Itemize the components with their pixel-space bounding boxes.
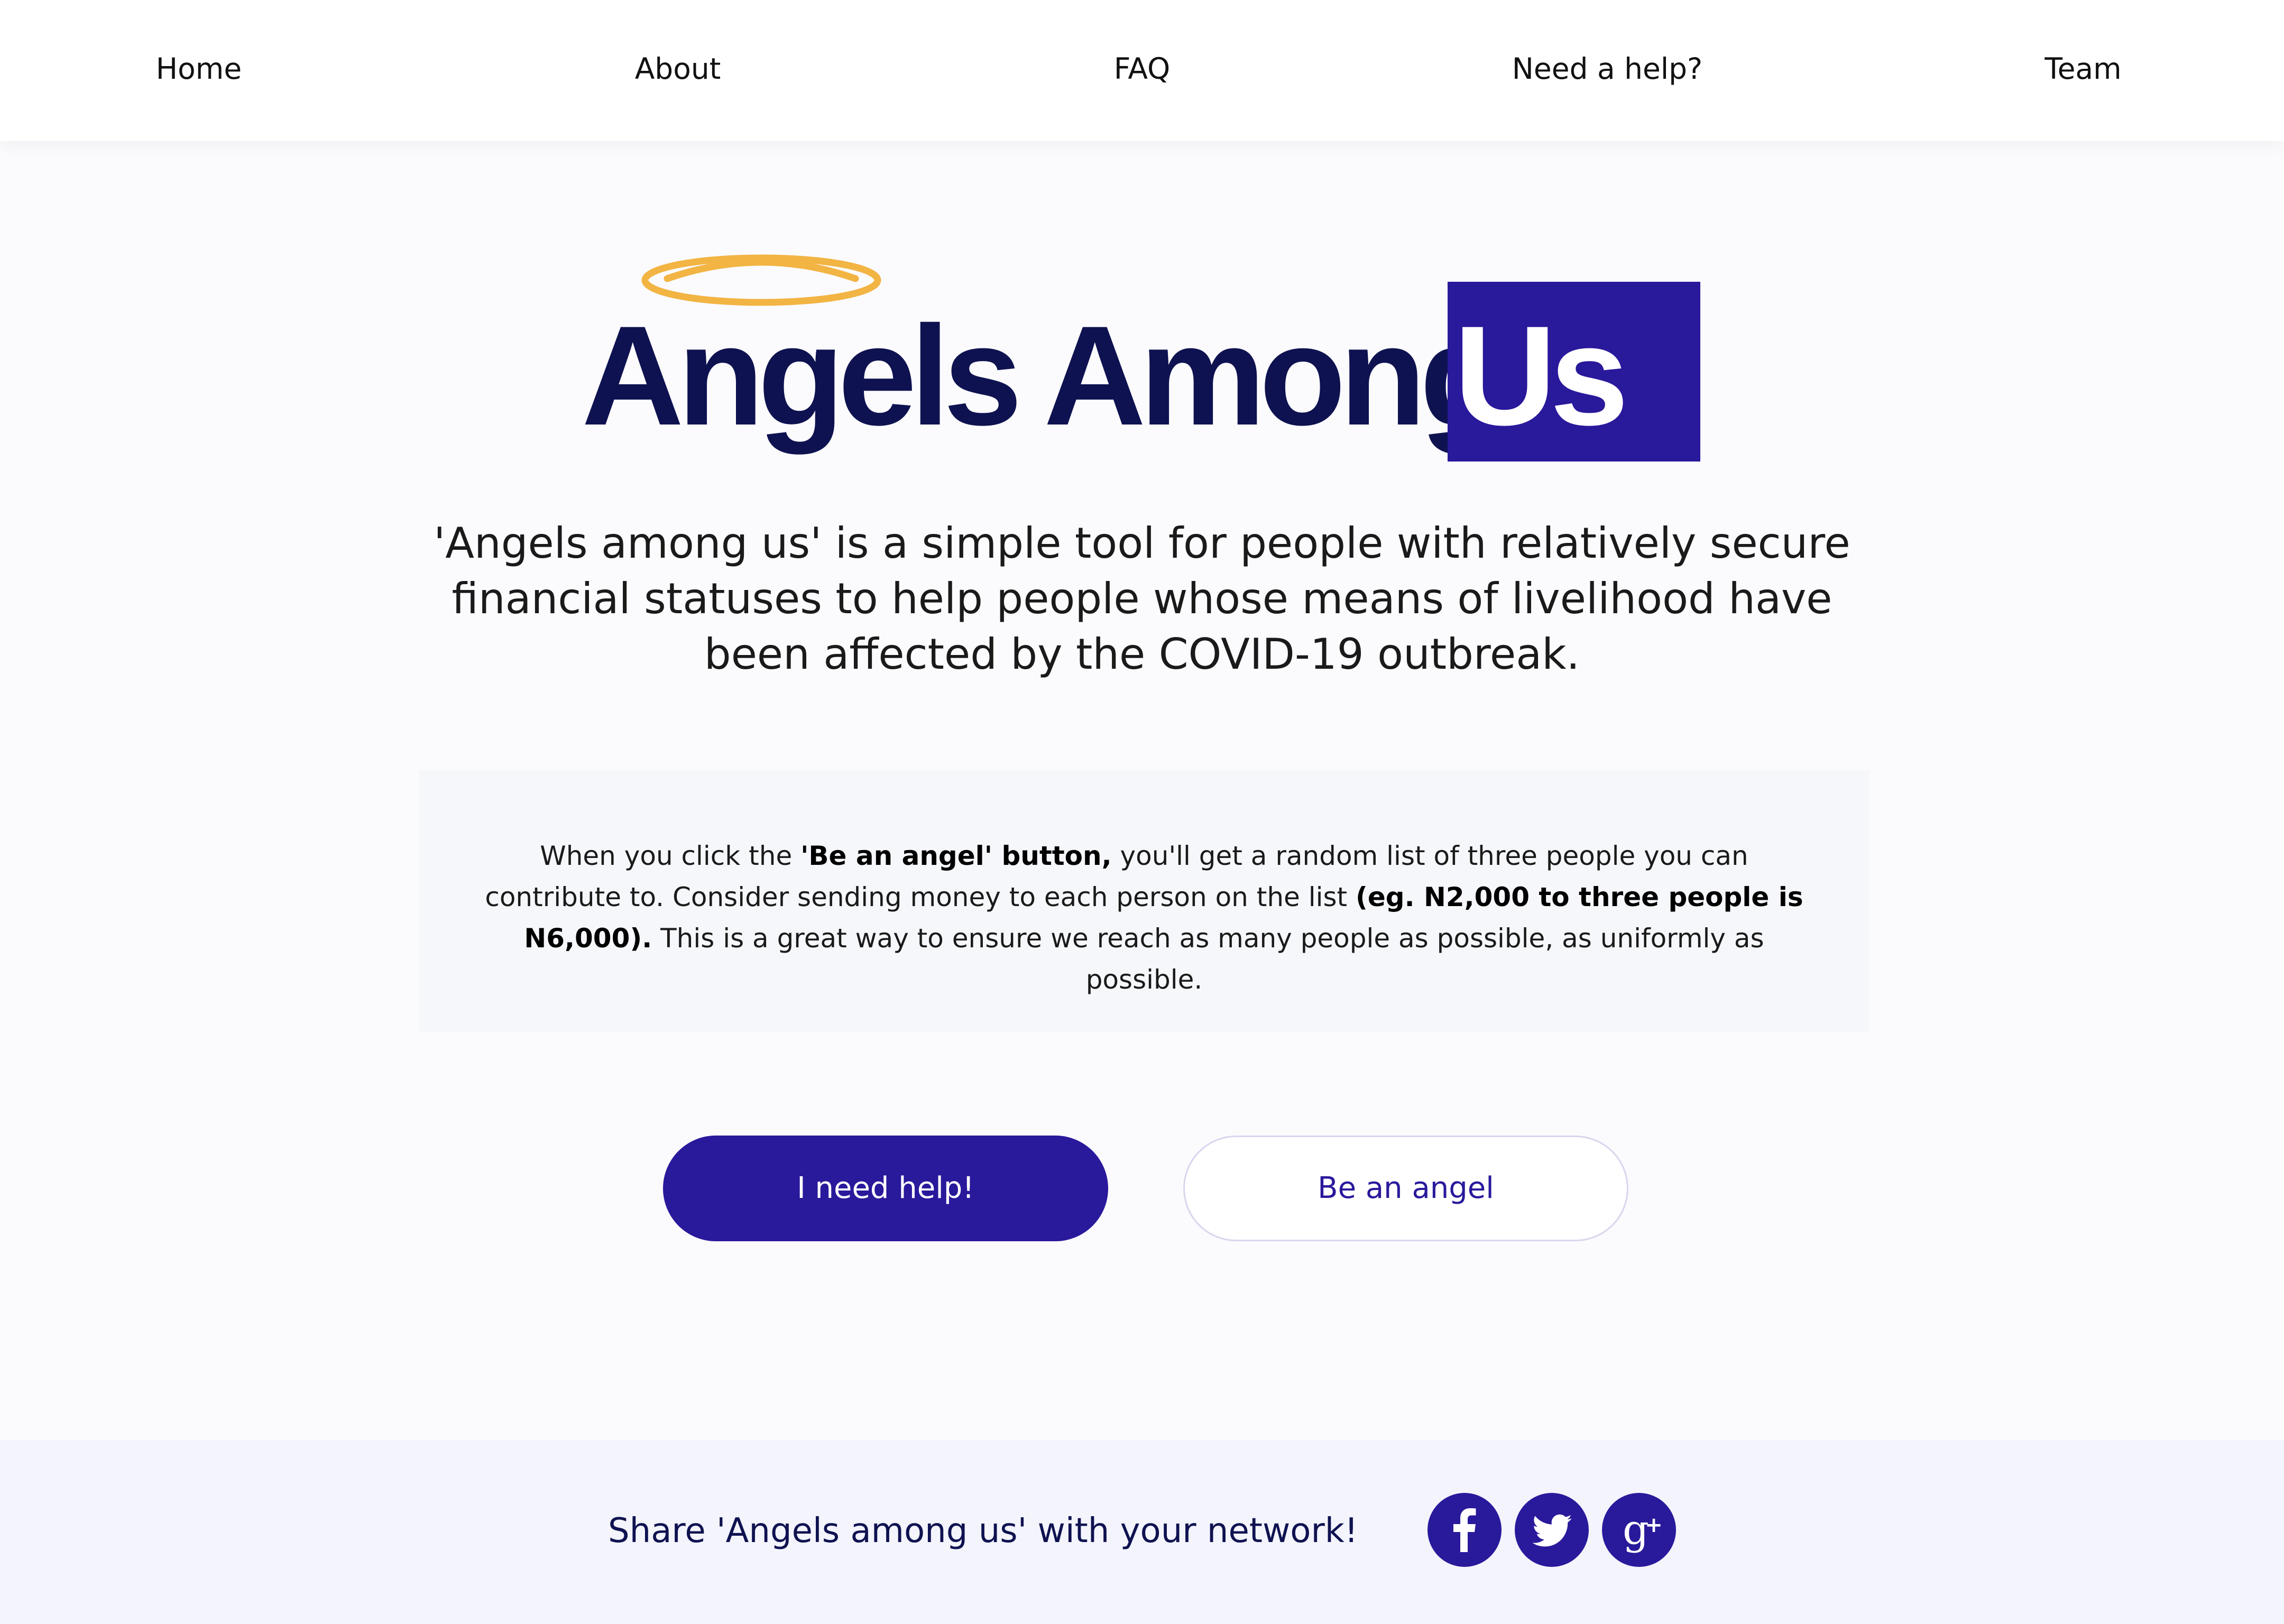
svg-text:+: + [1645, 1513, 1663, 1537]
nav-need-help[interactable]: Need a help? [1512, 50, 1702, 87]
be-an-angel-button[interactable]: Be an angel [1183, 1136, 1628, 1241]
info-text-part-3: This is a great way to ensure we reach a… [652, 923, 1764, 995]
page: Home About FAQ Need a help? Team Angels … [0, 0, 2284, 1624]
facebook-icon [1453, 1508, 1476, 1552]
info-text-bold-1: 'Be an angel' button, [800, 841, 1112, 871]
need-help-button[interactable]: I need help! [663, 1136, 1108, 1241]
logo-text-main: Angels Among [582, 296, 1506, 455]
google-plus-icon: g + [1623, 1506, 1663, 1554]
nav-about[interactable]: About [635, 50, 721, 87]
share-text: Share 'Angels among us' with your networ… [608, 1511, 1358, 1551]
twitter-share-button[interactable] [1515, 1493, 1589, 1567]
top-navigation: Home About FAQ Need a help? Team [0, 0, 2284, 141]
info-box: When you click the 'Be an angel' button,… [419, 771, 1869, 1032]
info-text-part-1: When you click the [540, 841, 801, 871]
facebook-share-button[interactable] [1428, 1493, 1502, 1567]
twitter-icon [1532, 1514, 1572, 1547]
footer: Share 'Angels among us' with your networ… [0, 1440, 2284, 1624]
nav-faq[interactable]: FAQ [1114, 50, 1171, 87]
nav-team[interactable]: Team [2044, 50, 2121, 87]
google-plus-share-button[interactable]: g + [1602, 1493, 1676, 1567]
info-text: When you click the 'Be an angel' button,… [419, 835, 1869, 1000]
logo-text-highlight: Us [1454, 296, 1629, 455]
intro-description: 'Angels among us' is a simple tool for p… [434, 519, 1850, 679]
nav-home[interactable]: Home [156, 50, 242, 87]
